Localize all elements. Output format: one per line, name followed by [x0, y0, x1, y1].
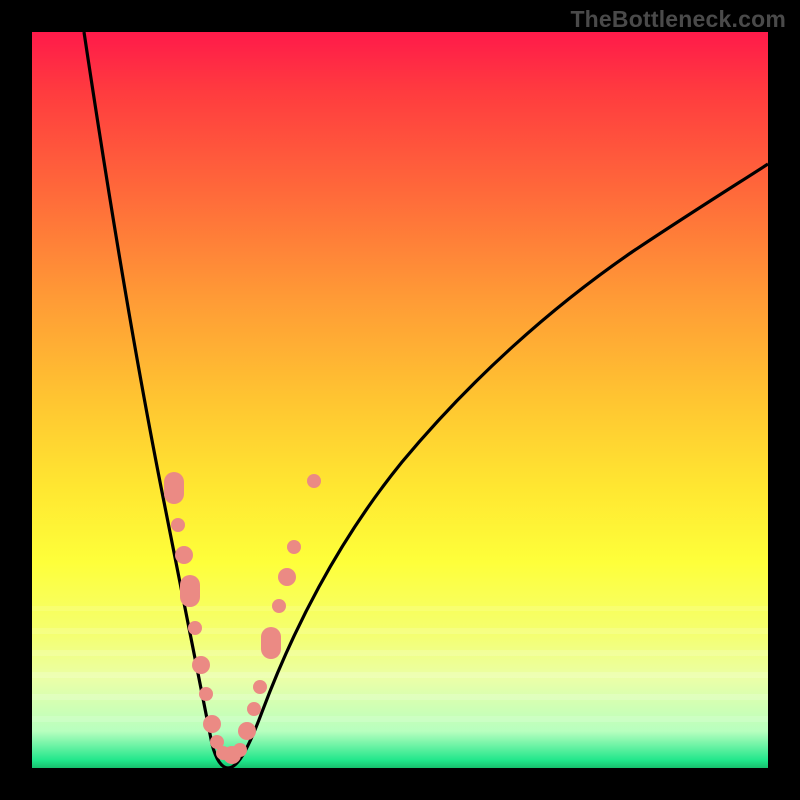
watermark-text: TheBottleneck.com — [570, 6, 786, 33]
curve-right — [228, 164, 768, 768]
bottleneck-curve-svg — [32, 32, 768, 768]
data-point — [180, 575, 200, 607]
data-point — [164, 472, 184, 504]
data-point — [175, 546, 193, 564]
plot-area — [32, 32, 768, 768]
data-point — [188, 621, 202, 635]
data-point — [247, 702, 261, 716]
data-point — [261, 627, 281, 659]
data-point — [278, 568, 296, 586]
data-point — [203, 715, 221, 733]
chart-frame: TheBottleneck.com — [0, 0, 800, 800]
data-point — [238, 722, 256, 740]
data-point — [307, 474, 321, 488]
data-point — [199, 687, 213, 701]
